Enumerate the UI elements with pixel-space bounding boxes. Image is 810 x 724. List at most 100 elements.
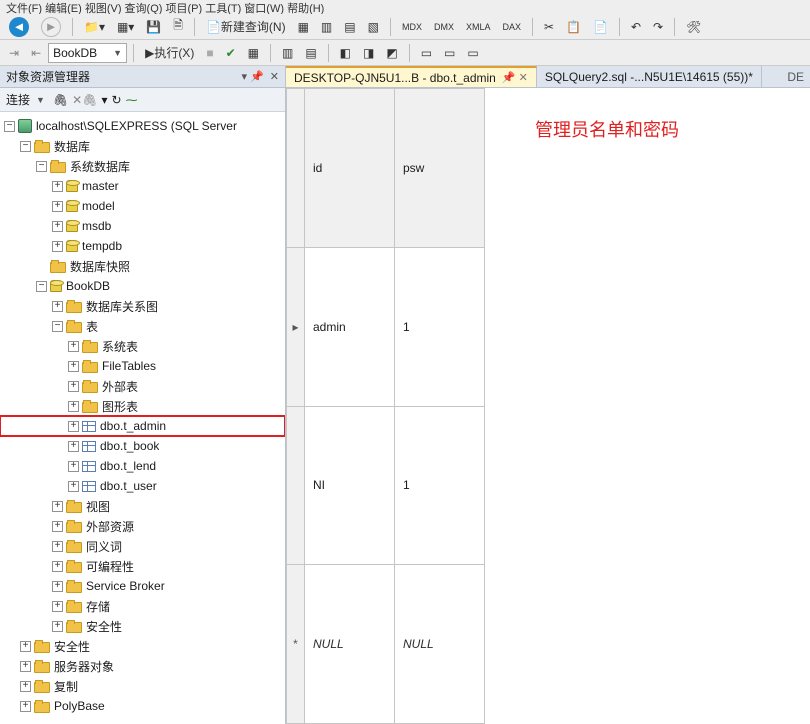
service-broker-node[interactable]: +Service Broker xyxy=(0,576,285,596)
filter-icon[interactable]: ▾ xyxy=(101,93,107,107)
row-selector[interactable]: ▸ xyxy=(287,247,305,406)
column-header-id[interactable]: id xyxy=(305,89,395,248)
synonyms-node[interactable]: +同义词 xyxy=(0,536,285,556)
system-tables-node[interactable]: +系统表 xyxy=(0,336,285,356)
save-icon[interactable]: 💾 xyxy=(141,16,166,38)
folder-icon xyxy=(66,302,82,313)
tab-query2[interactable]: SQLQuery2.sql -...N5U1E\14615 (55))* xyxy=(537,66,762,87)
connect-icon[interactable]: 🖇 xyxy=(53,93,68,107)
t-user-node[interactable]: +dbo.t_user xyxy=(0,476,285,496)
query-options-icon[interactable]: ▦ xyxy=(243,42,264,64)
system-databases-node[interactable]: −系统数据库 xyxy=(0,156,285,176)
storage-node[interactable]: +存储 xyxy=(0,596,285,616)
db-snapshots-node[interactable]: 数据库快照 xyxy=(0,256,285,276)
tempdb-node[interactable]: +tempdb xyxy=(0,236,285,256)
tables-node[interactable]: −表 xyxy=(0,316,285,336)
undo-icon[interactable]: ↶ xyxy=(626,16,646,38)
indent-icon[interactable]: ⇥ xyxy=(4,42,24,64)
project-icon[interactable]: 📁▾ xyxy=(79,16,110,38)
save-all-icon[interactable]: 🗎 xyxy=(168,16,188,38)
cut-icon[interactable]: ✂ xyxy=(539,16,559,38)
model-node[interactable]: +model xyxy=(0,196,285,216)
new-query-button[interactable]: 📄 新建查询(N) xyxy=(201,16,291,38)
grid3-icon[interactable]: ▧ xyxy=(363,16,384,38)
polybase-node[interactable]: +PolyBase xyxy=(0,696,285,716)
close-icon[interactable]: ✕ xyxy=(270,70,279,83)
db-diagrams-node[interactable]: +数据库关系图 xyxy=(0,296,285,316)
cell-id[interactable]: admin xyxy=(305,247,395,406)
refresh-group-icon[interactable]: ↻ xyxy=(112,93,122,107)
redo-icon[interactable]: ↷ xyxy=(648,16,668,38)
disconnect-icon[interactable]: ✕🖇 xyxy=(72,93,97,107)
analysis-mdx-icon[interactable]: MDX xyxy=(397,16,427,38)
external-resources-node[interactable]: +外部资源 xyxy=(0,516,285,536)
security-node[interactable]: +安全性 xyxy=(0,636,285,656)
master-node[interactable]: +master xyxy=(0,176,285,196)
menubar[interactable]: 文件(F) 编辑(E) 视图(V) 查询(Q) 项目(P) 工具(T) 窗口(W… xyxy=(0,0,810,14)
replication-node[interactable]: +复制 xyxy=(0,676,285,696)
analysis-dax-icon[interactable]: DAX xyxy=(497,16,526,38)
analysis-xmla-icon[interactable]: XMLA xyxy=(461,16,496,38)
connect-toolbar: 连接 ▼ 🖇 ✕🖇 ▾ ↻ ⁓ xyxy=(0,88,285,112)
external-tables-node[interactable]: +外部表 xyxy=(0,376,285,396)
nav-back-button[interactable]: ◄ xyxy=(4,16,34,38)
document-tabs: DESKTOP-QJN5U1...B - dbo.t_admin 📌 ✕ SQL… xyxy=(286,66,810,88)
filetables-node[interactable]: +FileTables xyxy=(0,356,285,376)
row-selector[interactable] xyxy=(287,406,305,565)
msdb-node[interactable]: +msdb xyxy=(0,216,285,236)
results-grid-icon[interactable]: ▥ xyxy=(277,42,298,64)
cell-id[interactable]: NI xyxy=(305,406,395,565)
pulse-icon[interactable]: ⁓ xyxy=(126,93,138,107)
copy-icon[interactable]: 📋 xyxy=(561,16,586,38)
server-objects-node[interactable]: +服务器对象 xyxy=(0,656,285,676)
t-admin-node[interactable]: +dbo.t_admin xyxy=(0,416,285,436)
server-node[interactable]: −localhost\SQLEXPRESS (SQL Server xyxy=(0,116,285,136)
properties-icon[interactable]: 🛠 xyxy=(681,16,706,38)
parse-icon[interactable]: ✔ xyxy=(221,42,241,64)
cell-psw[interactable]: 1 xyxy=(395,247,485,406)
execute-button[interactable]: ▶ 执行(X) xyxy=(140,42,199,64)
tab-overflow: DE xyxy=(781,66,810,87)
table-row[interactable]: NI 1 xyxy=(287,406,485,565)
toggle1-icon[interactable]: ▭ xyxy=(439,42,460,64)
results-pane-icon[interactable]: ▭ xyxy=(416,42,437,64)
results-text-icon[interactable]: ▤ xyxy=(300,42,321,64)
pin-icon[interactable]: 📌 ✕ xyxy=(502,71,528,84)
cell-null[interactable]: NULL xyxy=(305,565,395,724)
t-book-node[interactable]: +dbo.t_book xyxy=(0,436,285,456)
column-header-psw[interactable]: psw xyxy=(395,89,485,248)
nav-forward-button: ► xyxy=(36,16,66,38)
databases-node[interactable]: −数据库 xyxy=(0,136,285,156)
bookdb-node[interactable]: −BookDB xyxy=(0,276,285,296)
views-node[interactable]: +视图 xyxy=(0,496,285,516)
analysis-dmx-icon[interactable]: DMX xyxy=(429,16,459,38)
open-icon[interactable]: ▦▾ xyxy=(112,16,139,38)
table-row[interactable]: ▸ admin 1 xyxy=(287,247,485,406)
open-table-icon[interactable]: ▦ xyxy=(293,16,314,38)
table-new-row[interactable]: * NULL NULL xyxy=(287,565,485,724)
paste-icon[interactable]: 📄 xyxy=(588,16,613,38)
tab-t-admin[interactable]: DESKTOP-QJN5U1...B - dbo.t_admin 📌 ✕ xyxy=(286,66,537,87)
security-db-node[interactable]: +安全性 xyxy=(0,616,285,636)
database-combo[interactable]: BookDB ▼ xyxy=(48,43,127,63)
include-stats-icon[interactable]: ◨ xyxy=(358,42,379,64)
grid1-icon[interactable]: ▥ xyxy=(316,16,337,38)
outdent-icon[interactable]: ⇤ xyxy=(26,42,46,64)
table-icon xyxy=(82,481,96,492)
toggle2-icon[interactable]: ▭ xyxy=(462,42,483,64)
new-row-indicator[interactable]: * xyxy=(287,565,305,724)
cell-psw[interactable]: 1 xyxy=(395,406,485,565)
cell-null[interactable]: NULL xyxy=(395,565,485,724)
t-lend-node[interactable]: +dbo.t_lend xyxy=(0,456,285,476)
programmability-node[interactable]: +可编程性 xyxy=(0,556,285,576)
connect-label[interactable]: 连接 xyxy=(6,91,30,108)
grid2-icon[interactable]: ▤ xyxy=(339,16,360,38)
folder-icon xyxy=(34,702,50,713)
pin-icon[interactable]: ▾ 📌 xyxy=(242,70,264,83)
graph-tables-node[interactable]: +图形表 xyxy=(0,396,285,416)
live-stats-icon[interactable]: ◩ xyxy=(381,42,402,64)
object-tree[interactable]: −localhost\SQLEXPRESS (SQL Server −数据库 −… xyxy=(0,112,285,724)
include-plan-icon[interactable]: ◧ xyxy=(335,42,356,64)
data-grid[interactable]: id psw ▸ admin 1 NI 1 * NULL NULL xyxy=(286,88,485,724)
server-icon xyxy=(18,119,32,133)
